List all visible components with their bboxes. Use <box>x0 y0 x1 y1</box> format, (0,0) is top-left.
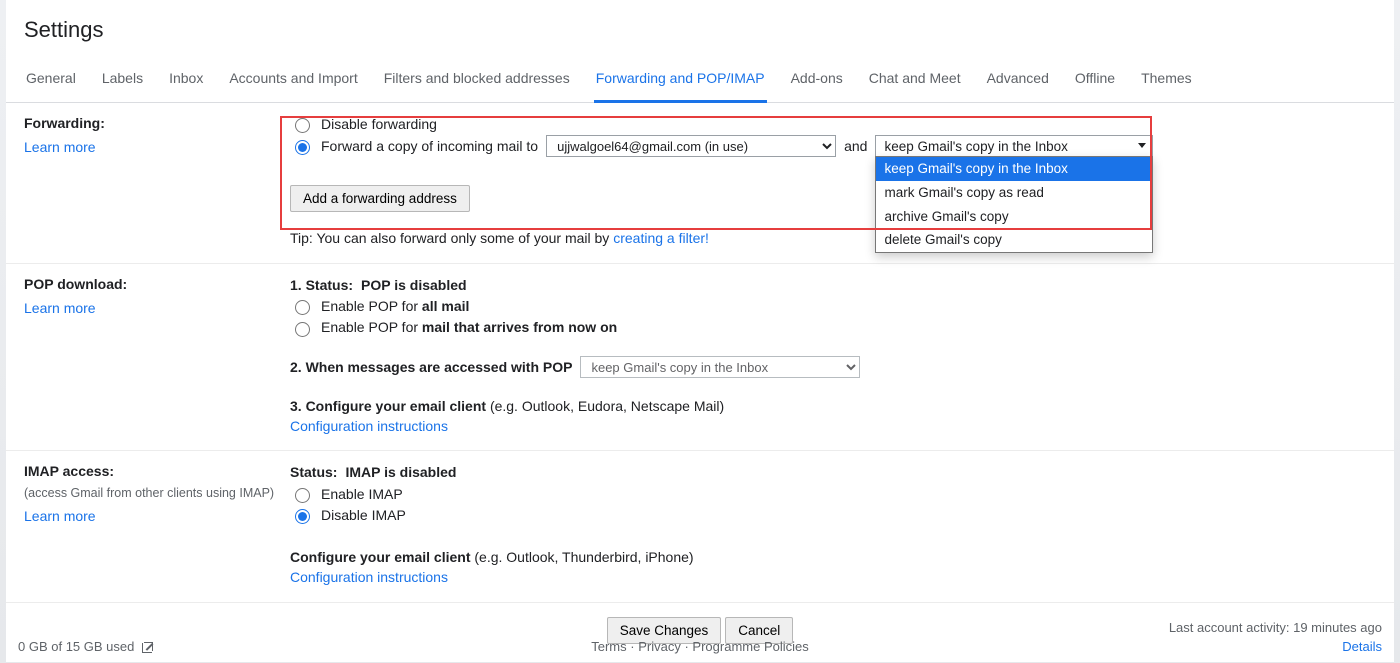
forward-action-opt-archive[interactable]: archive Gmail's copy <box>876 205 1152 229</box>
radio-forward-copy-input[interactable] <box>295 140 310 155</box>
tab-labels[interactable]: Labels <box>100 56 145 102</box>
radio-forward-copy[interactable]: Forward a copy of incoming mail to <box>290 136 538 156</box>
footer-terms[interactable]: Terms <box>591 639 626 654</box>
radio-disable-forwarding-input[interactable] <box>295 118 310 133</box>
forward-and-text: and <box>844 136 867 156</box>
imap-learn-more[interactable]: Learn more <box>24 506 96 526</box>
radio-imap-disable-text: Disable IMAP <box>321 505 406 525</box>
radio-forward-copy-label: Forward a copy of incoming mail to <box>321 136 538 156</box>
pop-action-select: keep Gmail's copy in the Inbox <box>580 356 860 378</box>
radio-disable-forwarding-label: Disable forwarding <box>321 114 437 134</box>
forward-action-opt-read[interactable]: mark Gmail's copy as read <box>876 181 1152 205</box>
tab-inbox[interactable]: Inbox <box>167 56 205 102</box>
radio-imap-enable-text: Enable IMAP <box>321 484 403 504</box>
forwarding-tip-text: Tip: You can also forward only some of y… <box>290 230 613 246</box>
imap-config-bold: Configure your email client <box>290 549 470 565</box>
tab-forwarding[interactable]: Forwarding and POP/IMAP <box>594 56 767 103</box>
imap-status-value: IMAP is disabled <box>345 462 456 482</box>
pop-config-link[interactable]: Configuration instructions <box>290 418 448 434</box>
tab-filters[interactable]: Filters and blocked addresses <box>382 56 572 102</box>
forwarding-label: Forwarding: <box>24 113 290 133</box>
chevron-down-icon <box>1138 143 1146 148</box>
tab-offline[interactable]: Offline <box>1073 56 1117 102</box>
forward-action-menu: keep Gmail's copy in the Inbox mark Gmai… <box>875 156 1153 252</box>
imap-label: IMAP access: <box>24 461 290 481</box>
forwarding-learn-more[interactable]: Learn more <box>24 137 96 157</box>
radio-imap-disable[interactable]: Disable IMAP <box>290 505 406 525</box>
pop-label: POP download: <box>24 274 290 294</box>
footer-privacy[interactable]: Privacy <box>638 639 681 654</box>
section-pop: POP download: Learn more 1. Status: POP … <box>6 264 1394 451</box>
tab-themes[interactable]: Themes <box>1139 56 1194 102</box>
tab-accounts[interactable]: Accounts and Import <box>227 56 359 102</box>
forward-action-opt-delete[interactable]: delete Gmail's copy <box>876 228 1152 252</box>
forward-action-selected: keep Gmail's copy in the Inbox <box>884 139 1067 154</box>
radio-pop-all-input[interactable] <box>295 300 310 315</box>
pop-status-prefix: 1. Status: <box>290 275 353 295</box>
radio-imap-disable-input[interactable] <box>295 509 310 524</box>
create-filter-link[interactable]: creating a filter! <box>613 230 709 246</box>
pop-enable-now-bold: mail that arrives from now on <box>422 319 617 335</box>
tab-advanced[interactable]: Advanced <box>985 56 1051 102</box>
imap-config-rest: (e.g. Outlook, Thunderbird, iPhone) <box>474 549 693 565</box>
tab-chat[interactable]: Chat and Meet <box>867 56 963 102</box>
pop-step3-rest: (e.g. Outlook, Eudora, Netscape Mail) <box>490 398 724 414</box>
section-forwarding: Forwarding: Learn more Disable forwardin… <box>6 103 1394 264</box>
imap-config-link[interactable]: Configuration instructions <box>290 569 448 585</box>
footer-policies[interactable]: Programme Policies <box>692 639 808 654</box>
tab-general[interactable]: General <box>24 56 78 102</box>
forward-address-select[interactable]: ujjwalgoel64@gmail.com (in use) <box>546 135 836 157</box>
pop-enable-now-text: Enable POP for <box>321 319 422 335</box>
settings-tabs: General Labels Inbox Accounts and Import… <box>6 56 1394 103</box>
radio-pop-all[interactable]: Enable POP for all mail <box>290 296 469 316</box>
pop-step3-label: 3. Configure your email client <box>290 398 486 414</box>
forward-action-opt-keep[interactable]: keep Gmail's copy in the Inbox <box>876 157 1152 181</box>
radio-imap-enable-input[interactable] <box>295 488 310 503</box>
pop-step2-label: 2. When messages are accessed with POP <box>290 357 572 377</box>
forward-action-select[interactable]: keep Gmail's copy in the Inbox <box>875 135 1153 157</box>
pop-enable-all-text: Enable POP for <box>321 298 422 314</box>
radio-pop-now-input[interactable] <box>295 322 310 337</box>
pop-status-value: POP is disabled <box>361 275 467 295</box>
imap-status-prefix: Status: <box>290 462 337 482</box>
last-activity: Last account activity: 19 minutes ago <box>1169 620 1382 635</box>
radio-pop-now[interactable]: Enable POP for mail that arrives from no… <box>290 317 617 337</box>
imap-sub: (access Gmail from other clients using I… <box>24 484 290 502</box>
pop-enable-all-bold: all mail <box>422 298 469 314</box>
add-forwarding-address-button[interactable]: Add a forwarding address <box>290 185 470 212</box>
radio-imap-enable[interactable]: Enable IMAP <box>290 484 403 504</box>
page-title: Settings <box>6 0 1394 56</box>
tab-addons[interactable]: Add-ons <box>789 56 845 102</box>
pop-learn-more[interactable]: Learn more <box>24 298 96 318</box>
section-imap: IMAP access: (access Gmail from other cl… <box>6 451 1394 602</box>
radio-disable-forwarding[interactable]: Disable forwarding <box>290 114 437 134</box>
